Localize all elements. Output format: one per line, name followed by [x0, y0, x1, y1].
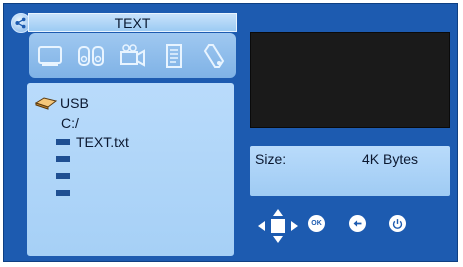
power-button[interactable] — [389, 215, 406, 232]
device-label: USB — [60, 95, 89, 111]
ok-button[interactable]: OK — [308, 215, 325, 232]
preview-screen — [250, 32, 450, 128]
arrow-down-icon — [273, 236, 283, 243]
usb-drive-icon — [34, 96, 58, 110]
arrow-left-icon — [258, 221, 265, 231]
direction-pad[interactable] — [257, 208, 299, 244]
size-value: 4K Bytes — [362, 151, 419, 167]
arrow-right-icon — [291, 221, 298, 231]
text-icon[interactable] — [158, 39, 190, 73]
player-window: TEXT USB C:/ TEXT.txt Size: 4K Bytes OK — [3, 3, 458, 262]
file-item[interactable] — [56, 152, 76, 166]
file-name: TEXT.txt — [76, 134, 129, 150]
file-icon — [56, 139, 70, 145]
file-info-panel: Size: 4K Bytes — [250, 146, 450, 196]
power-icon — [392, 219, 403, 229]
ok-label: OK — [311, 220, 322, 227]
video-icon[interactable] — [116, 39, 148, 73]
window-title: TEXT — [28, 13, 237, 32]
media-toolbar — [29, 33, 236, 78]
file-browser: USB C:/ TEXT.txt — [27, 83, 234, 256]
music-icon[interactable] — [75, 39, 107, 73]
file-item[interactable] — [56, 169, 76, 183]
file-icon — [56, 190, 70, 196]
file-icon — [56, 156, 70, 162]
back-button[interactable] — [349, 215, 366, 232]
size-label: Size: — [255, 151, 287, 167]
back-arrow-icon — [353, 220, 362, 227]
arrow-up-icon — [273, 209, 283, 216]
file-item[interactable]: TEXT.txt — [56, 134, 129, 150]
file-icon — [56, 173, 70, 179]
current-path: C:/ — [61, 115, 79, 131]
photo-icon[interactable] — [34, 39, 66, 73]
settings-icon[interactable] — [199, 39, 231, 73]
device-row[interactable]: USB — [34, 95, 89, 111]
file-item[interactable] — [56, 186, 76, 200]
